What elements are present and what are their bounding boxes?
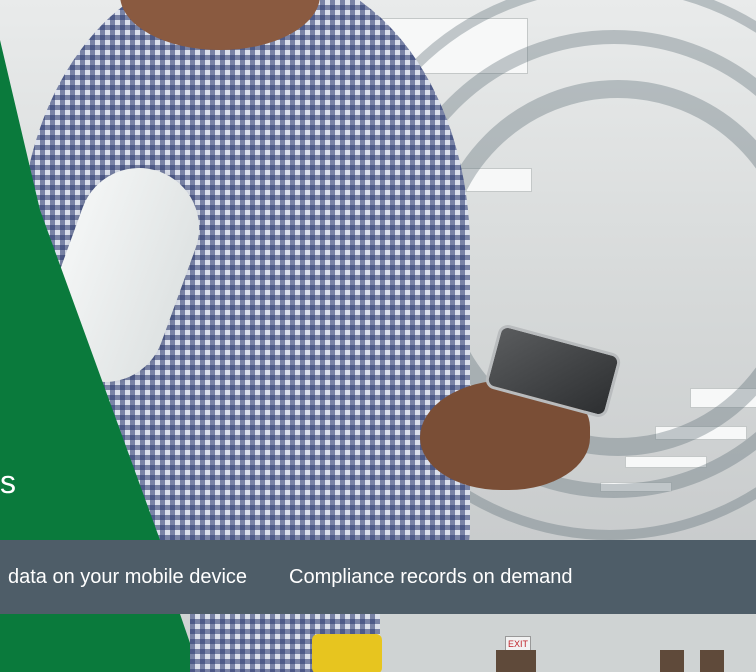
tape-measure [312, 634, 382, 672]
footer-image: EXIT [0, 614, 756, 672]
feature-banner: data on your mobile device Compliance re… [0, 540, 756, 614]
door [660, 650, 684, 672]
feature-compliance-records: Compliance records on demand [289, 565, 573, 588]
feature-mobile-data: data on your mobile device [8, 565, 248, 588]
door [700, 650, 724, 672]
green-accent-panel-lower [0, 614, 200, 672]
hero-image: s [0, 0, 756, 540]
door [496, 650, 536, 672]
green-panel-text: s [0, 464, 16, 500]
